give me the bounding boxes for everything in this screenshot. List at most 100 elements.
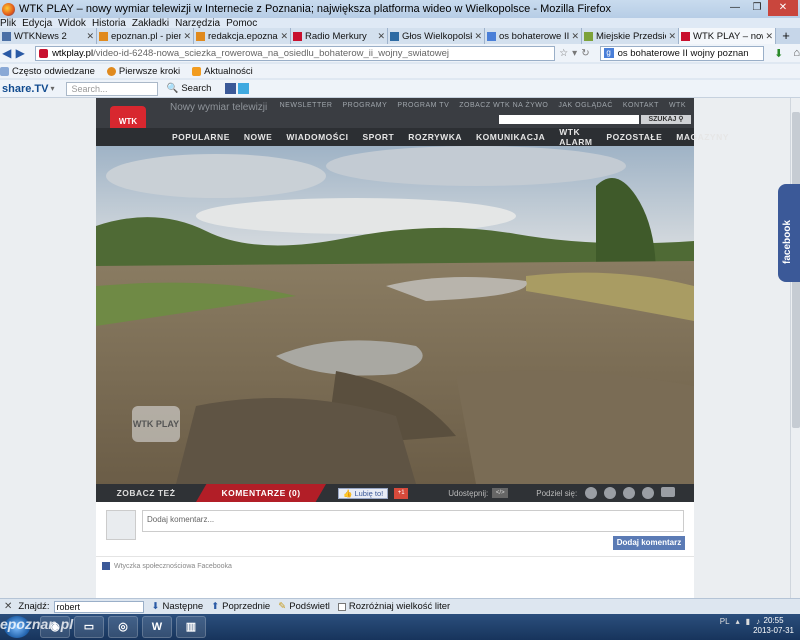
highlight-button[interactable]: ✎ Podświetl	[278, 601, 330, 612]
bookmark-star-icon[interactable]: ☆	[559, 48, 568, 59]
reload-icon[interactable]: ↻	[581, 48, 589, 59]
taskbar-app-word[interactable]: W	[142, 616, 172, 638]
taskbar-app-other[interactable]: ▥	[176, 616, 206, 638]
nav-extra-buttons: ⬇ ⌂	[774, 47, 800, 60]
topnav-zobacz-na-zywo[interactable]: ZOBACZ WTK NA ŻYWO	[459, 102, 548, 109]
nav-popularne[interactable]: POPULARNE	[172, 132, 230, 142]
tab-epoznan[interactable]: epoznan.pl - pierws... ✕	[97, 28, 194, 44]
site-favicon	[39, 48, 49, 58]
sharetv-search-input[interactable]: Search...	[66, 81, 159, 96]
tab-favicon	[390, 31, 399, 41]
facebook-like-button[interactable]: 👍 Lubię to!	[338, 487, 389, 499]
rss-icon	[192, 66, 202, 76]
system-clock[interactable]: 20:55 2013-07-31	[753, 616, 794, 636]
tab-close-icon[interactable]: ✕	[280, 31, 288, 42]
find-previous-button[interactable]: ⬆ Poprzednie	[211, 601, 270, 612]
tab-redakcja[interactable]: redakcja.epoznan.pl ✕	[194, 28, 291, 44]
tab-mpk[interactable]: Miejskie Przedsiębi... ✕	[582, 28, 679, 44]
topnav-programy[interactable]: PROGRAMY	[342, 102, 387, 109]
url-bar[interactable]: wtkplay.pl/video-id-6248-nowa_sciezka_ro…	[35, 45, 556, 61]
sharetv-search-button[interactable]: 🔍 Search	[166, 83, 211, 94]
url-bar-actions: ☆ ▾ ↻	[559, 48, 589, 59]
find-next-button[interactable]: ⬇ Następne	[152, 601, 204, 612]
pencil-icon: ✎	[278, 601, 287, 612]
tab-close-icon[interactable]: ✕	[183, 31, 191, 42]
tab-close-icon[interactable]: ✕	[377, 31, 385, 42]
taskbar-app-chrome[interactable]: ◎	[108, 616, 138, 638]
facebook-icon[interactable]	[225, 83, 237, 94]
network-icon[interactable]: ▮	[746, 617, 750, 626]
forward-arrow-icon[interactable]: ▶	[14, 46, 28, 60]
topnav-program-tv[interactable]: PROGRAM TV	[397, 102, 449, 109]
close-find-bar-icon[interactable]: ✕	[4, 601, 12, 612]
close-window-button[interactable]: ✕	[768, 0, 798, 16]
nav-nowe[interactable]: NOWE	[244, 132, 272, 142]
tab-close-icon[interactable]: ✕	[668, 31, 676, 42]
nav-magazyny[interactable]: MAGAZYNY	[676, 132, 729, 142]
new-tab-button[interactable]: +	[776, 28, 796, 44]
topnav-kontakt[interactable]: KONTAKT	[623, 102, 659, 109]
main-navigation: POPULARNE NOWE WIADOMOŚCI SPORT ROZRYWKA…	[96, 127, 728, 147]
language-indicator[interactable]: PL	[720, 617, 730, 626]
back-arrow-icon[interactable]: ◀	[0, 46, 14, 60]
topnav-jak-ogladac[interactable]: JAK OGLĄDAĆ	[558, 102, 613, 109]
match-case-checkbox[interactable]: Rozróżniaj wielkość liter	[337, 601, 450, 612]
facebook-plugin-label[interactable]: Wtyczka społecznościowa Facebooka	[102, 562, 232, 570]
find-label: Znajdź:	[18, 601, 50, 612]
tab-close-icon[interactable]: ✕	[765, 31, 773, 42]
bookmark-aktualnosci[interactable]: Aktualności	[192, 66, 253, 77]
nav-rozrywka[interactable]: ROZRYWKA	[408, 132, 462, 142]
sharetv-dropdown-icon[interactable]: ▾	[50, 84, 54, 93]
tab-zobacz-tez[interactable]: ZOBACZ TEŻ	[96, 484, 196, 502]
tab-glos-wielkopolski[interactable]: Głos Wielkopolski - ... ✕	[388, 28, 485, 44]
tab-radio-merkury[interactable]: Radio Merkury ✕	[291, 28, 388, 44]
site-search-button[interactable]: SZUKAJ ⚲	[641, 115, 691, 124]
twitter-icon[interactable]	[238, 83, 250, 94]
site-search-input[interactable]	[499, 115, 639, 124]
nk-share-icon[interactable]	[604, 487, 617, 499]
tab-close-icon[interactable]: ✕	[474, 31, 482, 42]
download-arrow-icon[interactable]: ⬇	[774, 47, 783, 60]
sharetv-logo[interactable]: share.TV	[2, 83, 48, 95]
dropdown-arrow-icon[interactable]: ▾	[572, 48, 577, 59]
home-icon[interactable]: ⌂	[793, 47, 800, 60]
bookmark-folder-icon	[0, 66, 9, 76]
minimize-button[interactable]: —	[724, 0, 746, 16]
topnav-wtk[interactable]: WTK	[669, 102, 686, 109]
add-comment-button[interactable]: Dodaj komentarz	[613, 536, 685, 550]
nav-pozostale[interactable]: POZOSTAŁE	[606, 132, 662, 142]
find-input[interactable]: robert	[53, 600, 144, 613]
topnav-newsletter[interactable]: NEWSLETTER	[280, 102, 333, 109]
nav-wtk-alarm[interactable]: WTK ALARM	[559, 127, 592, 147]
tab-wtk-play[interactable]: WTK PLAY – nowy ... ✕	[679, 28, 776, 44]
tab-favicon	[293, 31, 302, 41]
nav-komunikacja[interactable]: KOMUNIKACJA	[476, 132, 545, 142]
divider	[96, 556, 694, 557]
site-slogan: Nowy wymiar telewizji	[170, 102, 268, 113]
nav-sport[interactable]: SPORT	[362, 132, 394, 142]
tray-arrow-icon[interactable]: ▴	[736, 617, 740, 626]
twitter-share-icon[interactable]	[623, 487, 636, 499]
bookmark-czesto-odwiedzane[interactable]: Często odwiedzane	[0, 66, 95, 77]
taskbar-app-explorer[interactable]: ▭	[74, 616, 104, 638]
video-player[interactable]: WTK PLAY	[96, 146, 694, 484]
embed-button[interactable]: </>	[492, 488, 509, 498]
tab-google-search[interactable]: os bohaterowe II w... ✕	[485, 28, 582, 44]
gplus-share-icon[interactable]	[642, 487, 655, 499]
search-box[interactable]: g os bohaterowe II wojny poznan	[599, 45, 765, 61]
navigation-bar: ◀ ▶ wtkplay.pl/video-id-6248-nowa_sciezk…	[0, 44, 800, 62]
tab-close-icon[interactable]: ✕	[86, 31, 94, 42]
comment-input[interactable]: Dodaj komentarz...	[142, 510, 684, 532]
mail-share-icon[interactable]	[661, 487, 676, 497]
facebook-share-icon[interactable]	[585, 487, 598, 499]
maximize-button[interactable]: ❐	[746, 0, 768, 16]
gplus-button[interactable]: +1	[394, 487, 409, 499]
page-scrollbar[interactable]	[790, 98, 800, 598]
tab-close-icon[interactable]: ✕	[571, 31, 579, 42]
facebook-side-tab[interactable]: facebook	[778, 184, 800, 282]
tab-wtknews[interactable]: WTKNews 2 ✕	[0, 28, 97, 44]
nav-wiadomosci[interactable]: WIADOMOŚCI	[286, 132, 348, 142]
bookmark-pierwsze-kroki[interactable]: Pierwsze kroki	[106, 66, 180, 77]
tab-komentarze[interactable]: KOMENTARZE (0)	[196, 484, 326, 502]
sharetv-social	[225, 83, 250, 94]
